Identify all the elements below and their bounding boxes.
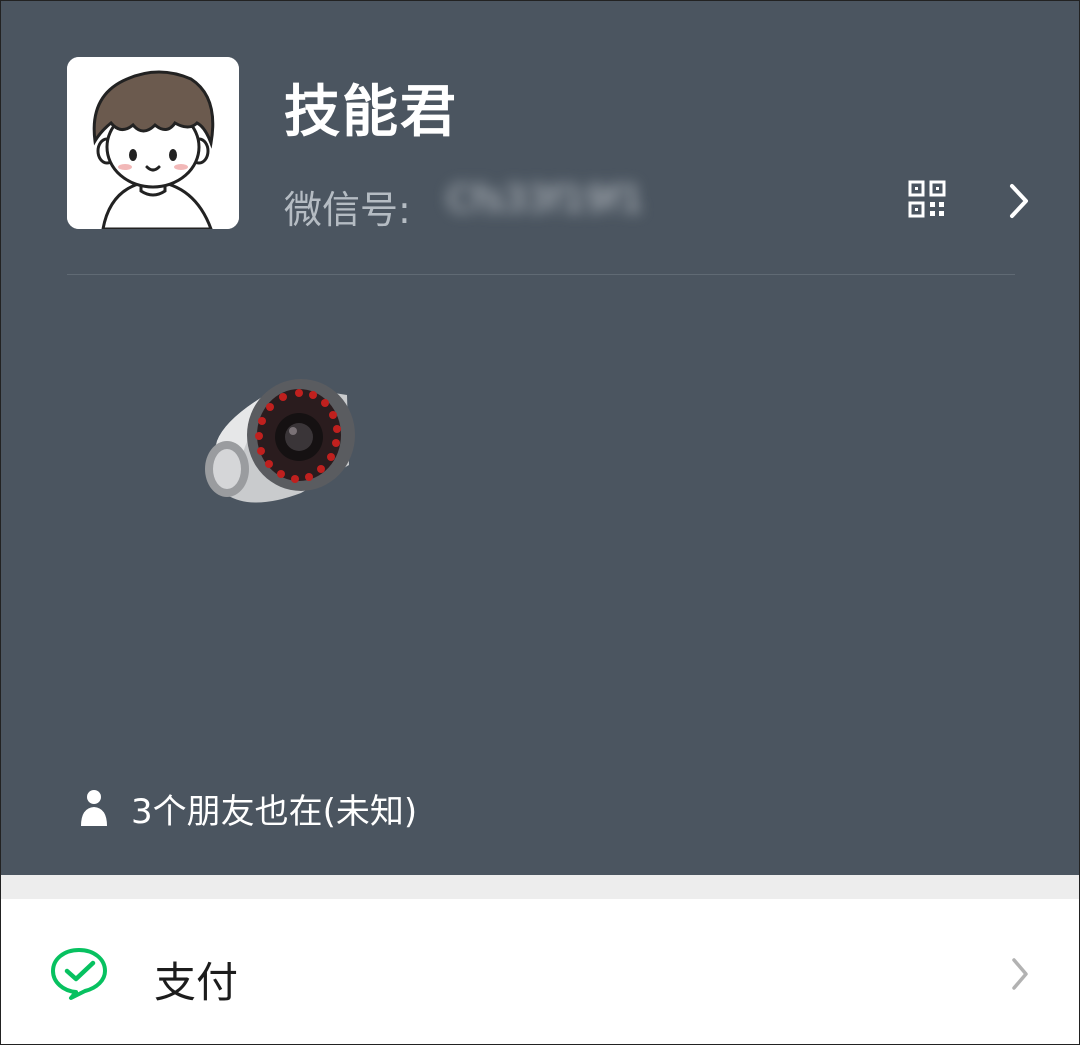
friends-status[interactable]: 3个朋友也在(未知) bbox=[79, 785, 418, 832]
qr-code-icon[interactable] bbox=[907, 179, 947, 219]
nickname: 技能君 bbox=[284, 80, 458, 145]
divider bbox=[67, 274, 1015, 275]
security-camera-icon[interactable] bbox=[197, 373, 362, 515]
chevron-right-icon[interactable] bbox=[1004, 181, 1034, 221]
person-icon bbox=[79, 788, 109, 828]
avatar-illustration bbox=[67, 57, 239, 229]
wechat-pay-icon bbox=[49, 945, 109, 1001]
friends-status-text: 3个朋友也在(未知) bbox=[131, 791, 418, 832]
section-separator bbox=[1, 875, 1079, 899]
chevron-right-icon bbox=[1007, 955, 1033, 993]
avatar[interactable] bbox=[67, 57, 239, 229]
app-frame: 技能君 微信号: Cfs33f19f1 3个朋友也在(未知) 支付 bbox=[0, 0, 1080, 1045]
menu-item-label: 支付 bbox=[154, 958, 239, 1007]
wechat-id-value: Cfs33f19f1 bbox=[447, 179, 644, 220]
wechat-id-label: 微信号: bbox=[284, 188, 411, 232]
profile-header: 技能君 微信号: Cfs33f19f1 3个朋友也在(未知) bbox=[1, 1, 1079, 875]
